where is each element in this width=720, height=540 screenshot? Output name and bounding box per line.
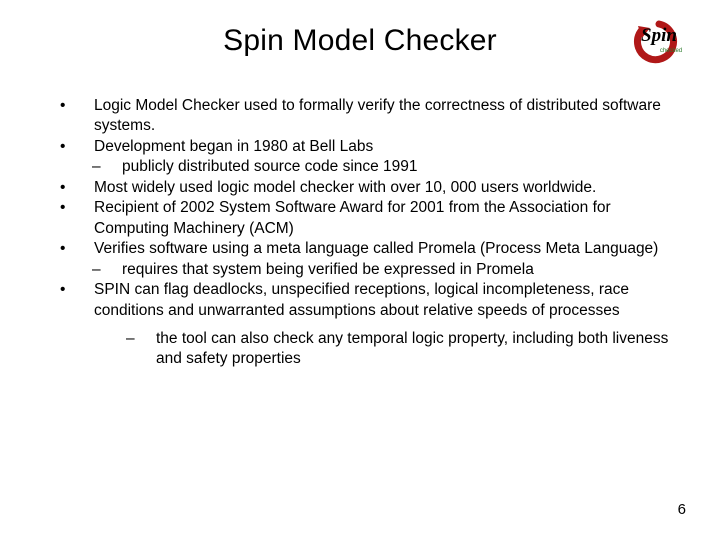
list-subitem: – publicly distributed source code since… (92, 157, 670, 177)
bullet-icon: • (58, 137, 94, 157)
page-title: Spin Model Checker (0, 24, 720, 58)
bullet-text: SPIN can flag deadlocks, unspecified rec… (94, 280, 670, 321)
logo-tag: checked (660, 48, 682, 54)
bullet-icon: • (58, 198, 94, 239)
page-number: 6 (678, 501, 686, 518)
dash-icon: – (92, 260, 122, 280)
list-item: • Verifies software using a meta languag… (58, 239, 670, 259)
bullet-text: Logic Model Checker used to formally ver… (94, 96, 670, 137)
body-content: • Logic Model Checker used to formally v… (58, 96, 670, 370)
spin-logo: Spin checked (626, 18, 692, 66)
logo-word: Spin (641, 25, 677, 46)
bullet-icon: • (58, 178, 94, 198)
sub-text: the tool can also check any temporal log… (156, 329, 670, 370)
list-item: • Development began in 1980 at Bell Labs (58, 137, 670, 157)
bullet-text: Verifies software using a meta language … (94, 239, 670, 259)
dash-icon: – (126, 329, 156, 370)
bullet-icon: • (58, 239, 94, 259)
list-item: • SPIN can flag deadlocks, unspecified r… (58, 280, 670, 321)
slide: Spin Model Checker Spin checked • Logic … (0, 0, 720, 540)
bullet-icon: • (58, 280, 94, 321)
list-item: • Recipient of 2002 System Software Awar… (58, 198, 670, 239)
list-item: • Most widely used logic model checker w… (58, 178, 670, 198)
bullet-text: Recipient of 2002 System Software Award … (94, 198, 670, 239)
list-item: • Logic Model Checker used to formally v… (58, 96, 670, 137)
list-subitem: – requires that system being verified be… (92, 260, 670, 280)
bullet-icon: • (58, 96, 94, 137)
sub-text: requires that system being verified be e… (122, 260, 670, 280)
bullet-text: Most widely used logic model checker wit… (94, 178, 670, 198)
bullet-text: Development began in 1980 at Bell Labs (94, 137, 670, 157)
dash-icon: – (92, 157, 122, 177)
list-subitem: – the tool can also check any temporal l… (126, 329, 670, 370)
sub-text: publicly distributed source code since 1… (122, 157, 670, 177)
